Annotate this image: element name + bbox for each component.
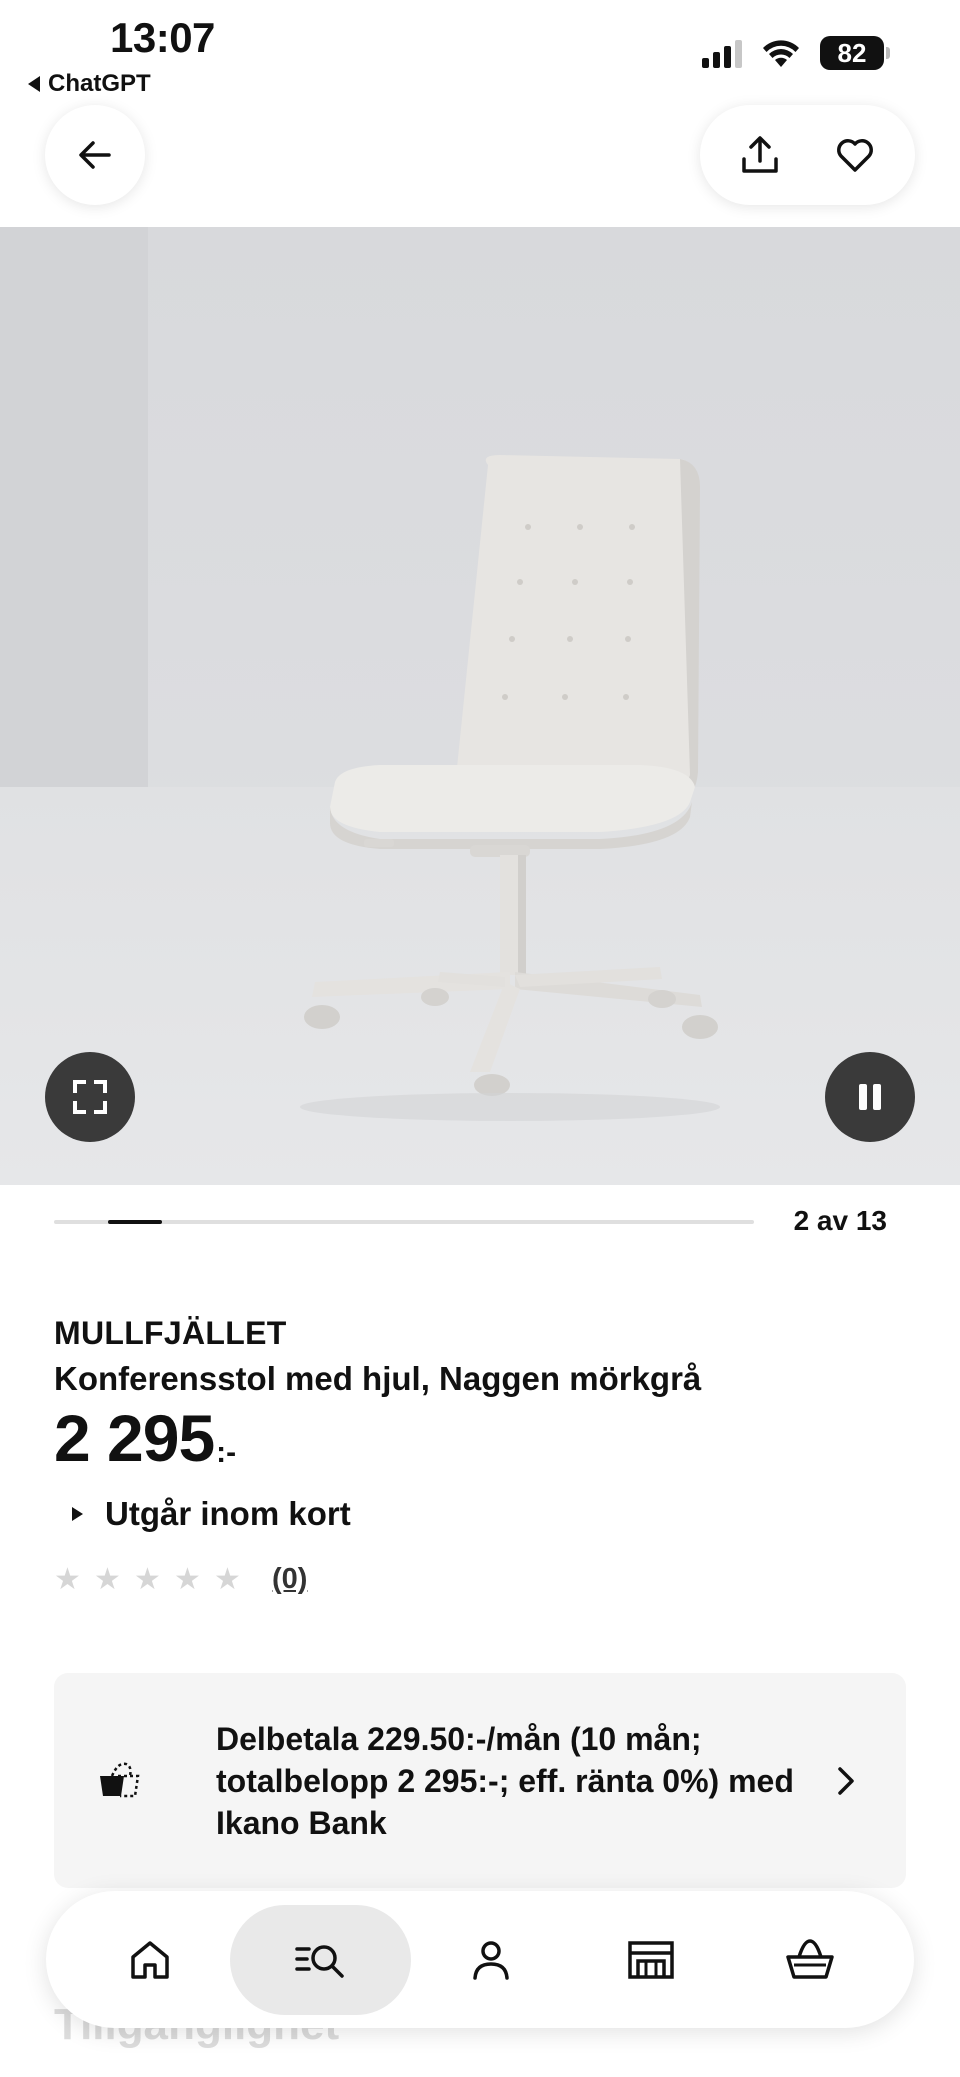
- installment-text: Delbetala 229.50:-/mån (10 mån; totalbel…: [216, 1720, 794, 1841]
- rating[interactable]: ★ ★ ★ ★ ★ (0): [54, 1563, 307, 1596]
- store-icon: [627, 1940, 674, 1979]
- back-button[interactable]: [45, 105, 145, 205]
- profile-icon: [473, 1940, 509, 1980]
- star-icon: ★: [134, 1562, 161, 1596]
- back-triangle-icon: [28, 76, 40, 92]
- home-icon: [131, 1940, 169, 1979]
- tab-basket[interactable]: [730, 1905, 890, 2015]
- fullscreen-button[interactable]: [45, 1052, 135, 1142]
- star-icon: ★: [174, 1562, 201, 1596]
- chevron-right-icon: [838, 1766, 854, 1795]
- gallery-progress-bar: [54, 1220, 754, 1224]
- star-icon: ★: [94, 1562, 121, 1596]
- status-indicators: 82: [702, 36, 890, 70]
- product-image-gallery[interactable]: [0, 227, 960, 1185]
- tab-store[interactable]: [571, 1905, 731, 2015]
- search-list-icon: [295, 1944, 345, 1978]
- availability-label: Utgår inom kort: [105, 1495, 351, 1532]
- top-actions: [700, 105, 915, 205]
- pause-button[interactable]: [825, 1052, 915, 1142]
- tab-search[interactable]: [229, 1904, 412, 2015]
- battery-level: 82: [820, 36, 884, 70]
- product-description: Konferensstol med hjul, Naggen mörkgrå: [54, 1360, 702, 1397]
- gallery-progress-indicator: [107, 1220, 162, 1224]
- expand-triangle-icon: [72, 1507, 83, 1521]
- status-bar: 13:07 ChatGPT 82: [0, 0, 960, 100]
- status-time: 13:07: [110, 14, 215, 61]
- bottom-tab-bar: [46, 1891, 914, 2028]
- installment-payment-card[interactable]: Delbetala 229.50:-/mån (10 mån; totalbel…: [54, 1673, 906, 1888]
- battery-icon: 82: [820, 36, 890, 70]
- expand-icon: [73, 1080, 107, 1114]
- share-button[interactable]: [725, 120, 795, 190]
- price-amount: 2 295: [54, 1401, 215, 1475]
- back-app-label: ChatGPT: [48, 70, 151, 97]
- availability-toggle[interactable]: Utgår inom kort: [72, 1495, 351, 1533]
- wifi-icon: [763, 40, 799, 67]
- product-name: MULLFJÄLLET: [54, 1315, 287, 1351]
- office-chair-image: [300, 455, 720, 1121]
- tab-home[interactable]: [70, 1905, 230, 2015]
- payment-basket-icon: [100, 1762, 140, 1797]
- cellular-signal-icon: [702, 38, 742, 68]
- star-icon: ★: [214, 1562, 241, 1596]
- favorite-button[interactable]: [820, 120, 890, 190]
- back-to-app-link[interactable]: ChatGPT: [28, 70, 151, 98]
- price-suffix: :-: [216, 1436, 237, 1469]
- pause-icon: [859, 1084, 881, 1110]
- heart-icon: [837, 139, 874, 172]
- gallery-counter: 2 av 13: [793, 1205, 887, 1236]
- star-icon: ★: [54, 1562, 81, 1596]
- share-icon: [742, 136, 778, 173]
- product-price: 2 295 :-: [54, 1405, 236, 1471]
- basket-icon: [786, 1938, 834, 1979]
- tab-profile[interactable]: [411, 1905, 571, 2015]
- review-count-link[interactable]: (0): [272, 1563, 307, 1596]
- arrow-left-icon: [79, 141, 111, 169]
